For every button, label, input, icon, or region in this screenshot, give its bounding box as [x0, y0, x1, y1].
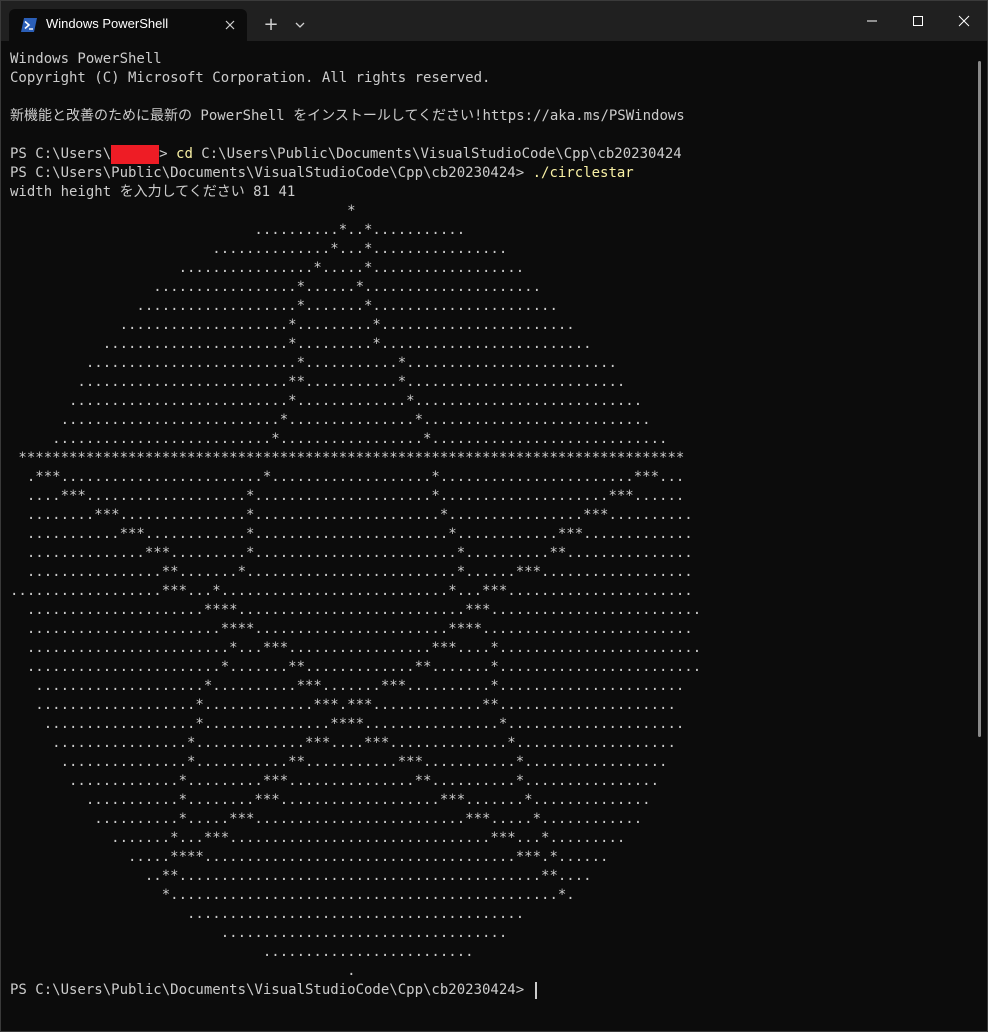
ascii-art-line: .........................**...........*.… — [10, 374, 626, 390]
new-tab-button[interactable]: + — [259, 13, 283, 37]
text-cursor — [534, 981, 537, 999]
copyright-line: Copyright (C) Microsoft Corporation. All… — [10, 70, 491, 86]
prompt-text: PS C:\Users\Public\Documents\VisualStudi… — [10, 165, 533, 181]
close-window-button[interactable] — [941, 1, 987, 41]
program-input-line: width height を入力してください 81 41 — [10, 184, 296, 200]
maximize-icon — [913, 16, 923, 26]
ascii-art-line: ...........***............*.............… — [10, 526, 693, 542]
header-line: Windows PowerShell — [10, 51, 162, 67]
powershell-icon — [21, 18, 37, 32]
ascii-art-line: ..................***...*...............… — [10, 583, 693, 599]
ascii-art-line: ......................*.........*.......… — [10, 336, 592, 352]
ascii-art-line: ****************************************… — [10, 450, 685, 466]
minimize-icon — [867, 20, 877, 22]
ascii-art-line: . — [10, 963, 356, 979]
final-prompt-line[interactable]: PS C:\Users\Public\Documents\VisualStudi… — [10, 981, 970, 1000]
command-keyword: ./circlestar — [532, 165, 634, 181]
tab-title: Windows PowerShell — [46, 16, 169, 31]
command-line-run: PS C:\Users\Public\Documents\VisualStudi… — [10, 164, 970, 183]
command-line-cd: PS C:\Users\ > cd C:\Users\Public\Documen… — [10, 145, 970, 164]
ascii-art-line: ...............*...........**...........… — [10, 754, 668, 770]
ascii-art-line: ..................*...............****..… — [10, 716, 685, 732]
ascii-art-line: ...................*.............***.***… — [10, 697, 676, 713]
ascii-art-line: ................*.............***....***… — [10, 735, 676, 751]
ascii-art-line: ........................................ — [10, 906, 525, 922]
close-icon — [958, 15, 970, 27]
prompt-text: PS C:\Users\ — [10, 146, 112, 162]
ascii-art-line: ..............***.........*.............… — [10, 545, 693, 561]
ascii-art-line: ......................... — [10, 944, 474, 960]
ascii-art-line: .............*.........***..............… — [10, 773, 660, 789]
scrollbar-thumb[interactable] — [978, 61, 981, 737]
ascii-art-line: ..**....................................… — [10, 868, 592, 884]
ascii-art-line: .....****...............................… — [10, 849, 609, 865]
ascii-art-line: ....................*.........*.........… — [10, 317, 575, 333]
ascii-art-output: * ..........*..*........... ............… — [10, 202, 970, 981]
redacted-username — [111, 145, 160, 164]
maximize-button[interactable] — [895, 1, 941, 41]
ascii-art-line: ..............*...*................ — [10, 241, 508, 257]
scrollbar[interactable] — [976, 49, 982, 1025]
ascii-art-line: ................**.......*..............… — [10, 564, 693, 580]
chevron-down-icon[interactable] — [289, 13, 311, 37]
minimize-button[interactable] — [849, 1, 895, 41]
ascii-art-line: ..........................*.............… — [10, 412, 651, 428]
ascii-art-line: .......................*.......**.......… — [10, 659, 702, 675]
tab-close-icon[interactable] — [223, 18, 237, 32]
ascii-art-line: .................................. — [10, 925, 508, 941]
ascii-art-line: ....***...................*.............… — [10, 488, 685, 504]
tab-windows-powershell[interactable]: Windows PowerShell — [9, 9, 247, 41]
install-notice-line: 新機能と改善のために最新の PowerShell をインストールしてください!h… — [10, 108, 685, 124]
terminal-output[interactable]: Windows PowerShell Copyright (C) Microso… — [10, 50, 970, 1025]
ascii-art-line: .***........................*...........… — [10, 469, 685, 485]
ascii-art-line: ........***...............*.............… — [10, 507, 693, 523]
ascii-art-line: ..........................*.............… — [10, 393, 643, 409]
terminal-window: Windows PowerShell + Windows PowerShell … — [0, 0, 988, 1032]
title-bar[interactable]: Windows PowerShell + — [1, 1, 987, 41]
ascii-art-line: .........................*...........*..… — [10, 355, 617, 371]
ascii-art-line: .......*...***..........................… — [10, 830, 626, 846]
ascii-art-line: ..........*..*........... — [10, 222, 466, 238]
command-keyword: cd — [176, 146, 193, 162]
prompt-text: PS C:\Users\Public\Documents\VisualStudi… — [10, 982, 533, 998]
command-args: C:\Users\Public\Documents\VisualStudioCo… — [192, 146, 682, 162]
ascii-art-line: ..........................*.............… — [10, 431, 668, 447]
ascii-art-line: ..........*.....***.....................… — [10, 811, 643, 827]
ascii-art-line: .....................****...............… — [10, 602, 702, 618]
ascii-art-line: ........................*...***.........… — [10, 640, 702, 656]
ascii-art-line: ...........*........***.................… — [10, 792, 651, 808]
prompt-suffix: > — [159, 146, 177, 162]
ascii-art-line: .......................****.............… — [10, 621, 693, 637]
ascii-art-line: ................*.....*.................… — [10, 260, 525, 276]
ascii-art-line: ...................*.......*............… — [10, 298, 558, 314]
ascii-art-line: *.......................................… — [10, 887, 575, 903]
ascii-art-line: ....................*..........***......… — [10, 678, 685, 694]
ascii-art-line: .................*......*...............… — [10, 279, 542, 295]
ascii-art-line: * — [10, 203, 356, 219]
